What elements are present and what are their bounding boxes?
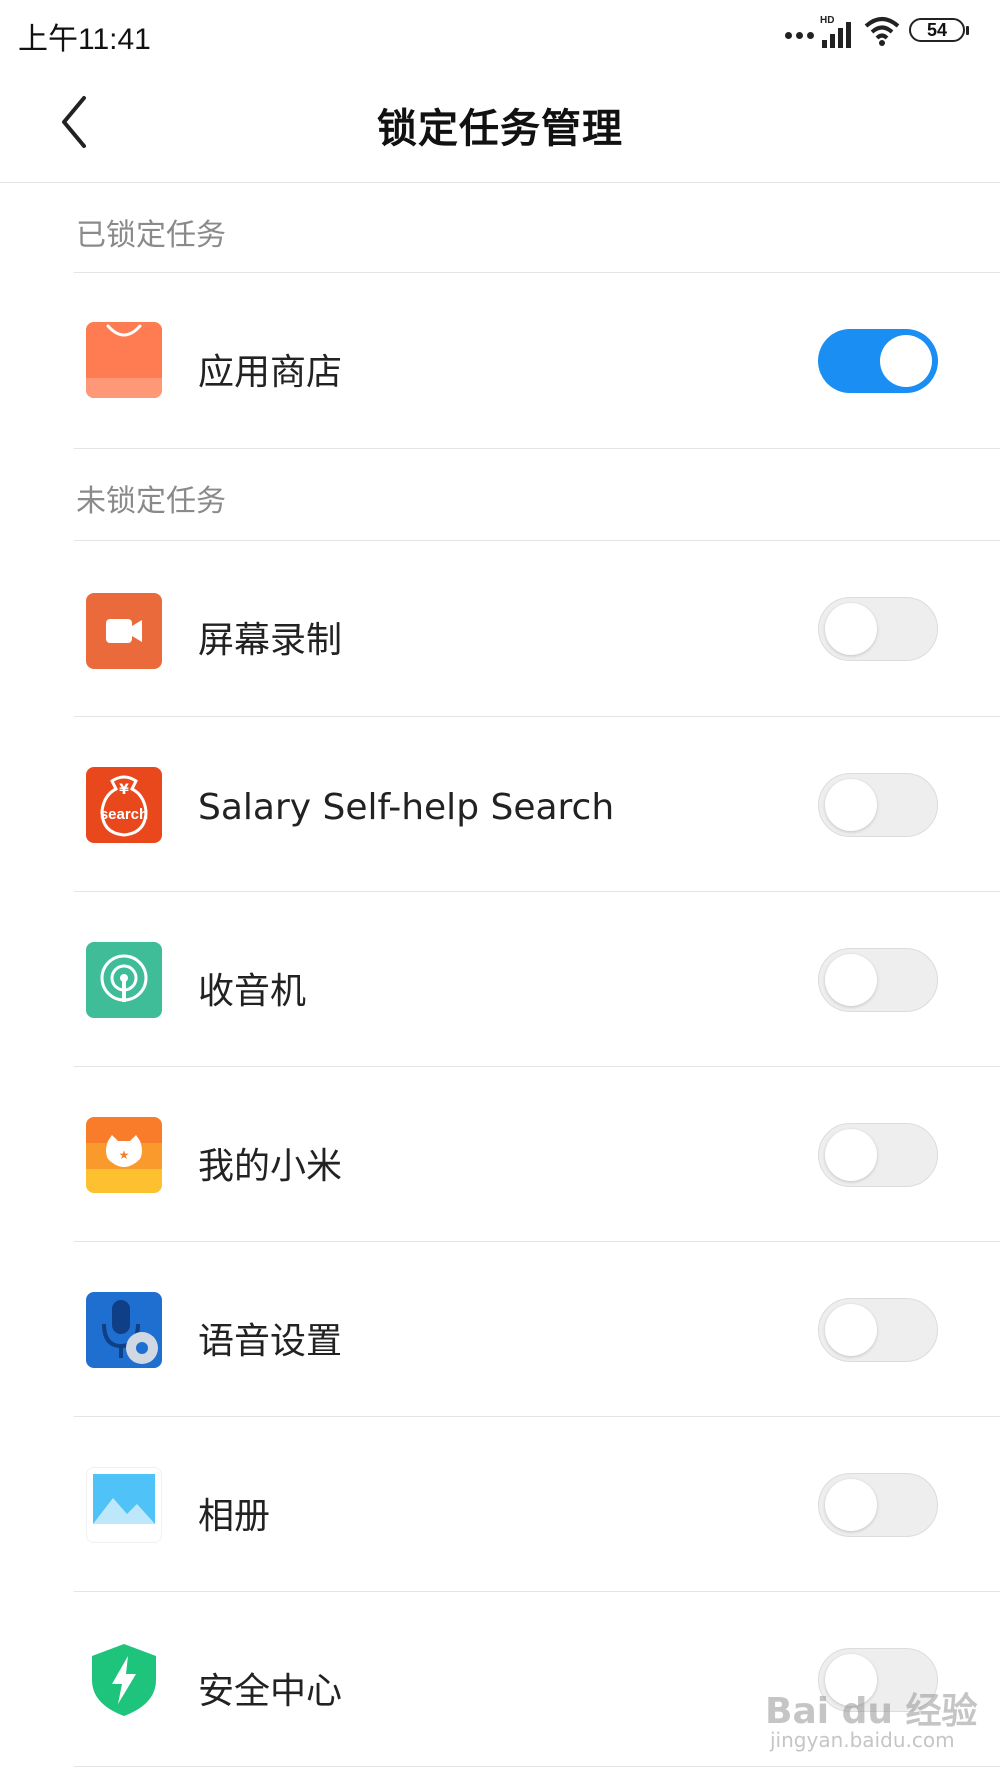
status-icons: HD 54 (785, 14, 1000, 54)
list-item-mi-account: ★ 我的小米 (0, 1067, 1000, 1242)
more-dots-icon (785, 32, 814, 39)
list-item-salary-search: ¥ search Salary Self-help Search (0, 717, 1000, 892)
locked-section-title: 已锁定任务 (76, 218, 226, 253)
signal-icon: HD (820, 14, 858, 54)
gallery-icon (86, 1467, 162, 1543)
wifi-icon (863, 14, 901, 52)
list-item-app-store: 应用商店 (0, 273, 1000, 448)
status-bar: 上午11:41 HD 54 (0, 0, 1000, 66)
lock-toggle-voice-settings[interactable] (818, 1298, 938, 1362)
toggle-knob (825, 1304, 877, 1356)
voice-settings-icon (86, 1292, 162, 1368)
toggle-knob (825, 1129, 877, 1181)
lock-toggle-gallery[interactable] (818, 1473, 938, 1537)
list-item-radio: 收音机 (0, 892, 1000, 1067)
list-item-voice-settings: 语音设置 (0, 1242, 1000, 1417)
list-item-screen-recorder: 屏幕录制 (0, 541, 1000, 716)
page-title: 锁定任务管理 (377, 106, 623, 152)
title-bar: 锁定任务管理 (0, 66, 1000, 183)
lock-toggle-radio[interactable] (818, 948, 938, 1012)
screen-recorder-icon (86, 593, 162, 669)
app-label: Salary Self-help Search (198, 787, 615, 828)
lock-toggle-salary-search[interactable] (818, 773, 938, 837)
app-label: 我的小米 (198, 1146, 343, 1187)
app-label: 收音机 (198, 971, 307, 1012)
app-label: 相册 (198, 1496, 271, 1537)
toggle-knob (825, 1479, 877, 1531)
lock-toggle-screen-recorder[interactable] (818, 597, 938, 661)
app-label: 语音设置 (198, 1321, 343, 1362)
toggle-knob (880, 335, 932, 387)
toggle-knob (825, 603, 877, 655)
toggle-knob (825, 954, 877, 1006)
app-label: 安全中心 (198, 1671, 343, 1712)
radio-icon (86, 942, 162, 1018)
svg-text:search: search (100, 806, 148, 823)
svg-text:★: ★ (119, 1148, 130, 1162)
list-item-gallery: 相册 (0, 1417, 1000, 1592)
app-store-icon (86, 322, 162, 398)
lock-toggle-mi-account[interactable] (818, 1123, 938, 1187)
divider (74, 448, 1000, 449)
app-label: 屏幕录制 (198, 620, 343, 661)
battery-icon: 54 (909, 18, 969, 42)
network-label: HD (820, 15, 834, 26)
toggle-knob (825, 779, 877, 831)
divider (74, 1766, 1000, 1767)
status-time: 上午11:41 (18, 23, 151, 56)
svg-text:¥: ¥ (119, 782, 129, 798)
salary-search-icon: ¥ search (86, 767, 162, 843)
app-label: 应用商店 (198, 352, 343, 393)
lock-toggle-app-store[interactable] (818, 329, 938, 393)
watermark-logo: Bai du 经验 (765, 1691, 978, 1732)
security-center-icon (86, 1642, 162, 1718)
watermark-url: jingyan.baidu.com (770, 1728, 955, 1752)
unlocked-section-title: 未锁定任务 (76, 484, 226, 519)
mi-account-icon: ★ (86, 1117, 162, 1193)
